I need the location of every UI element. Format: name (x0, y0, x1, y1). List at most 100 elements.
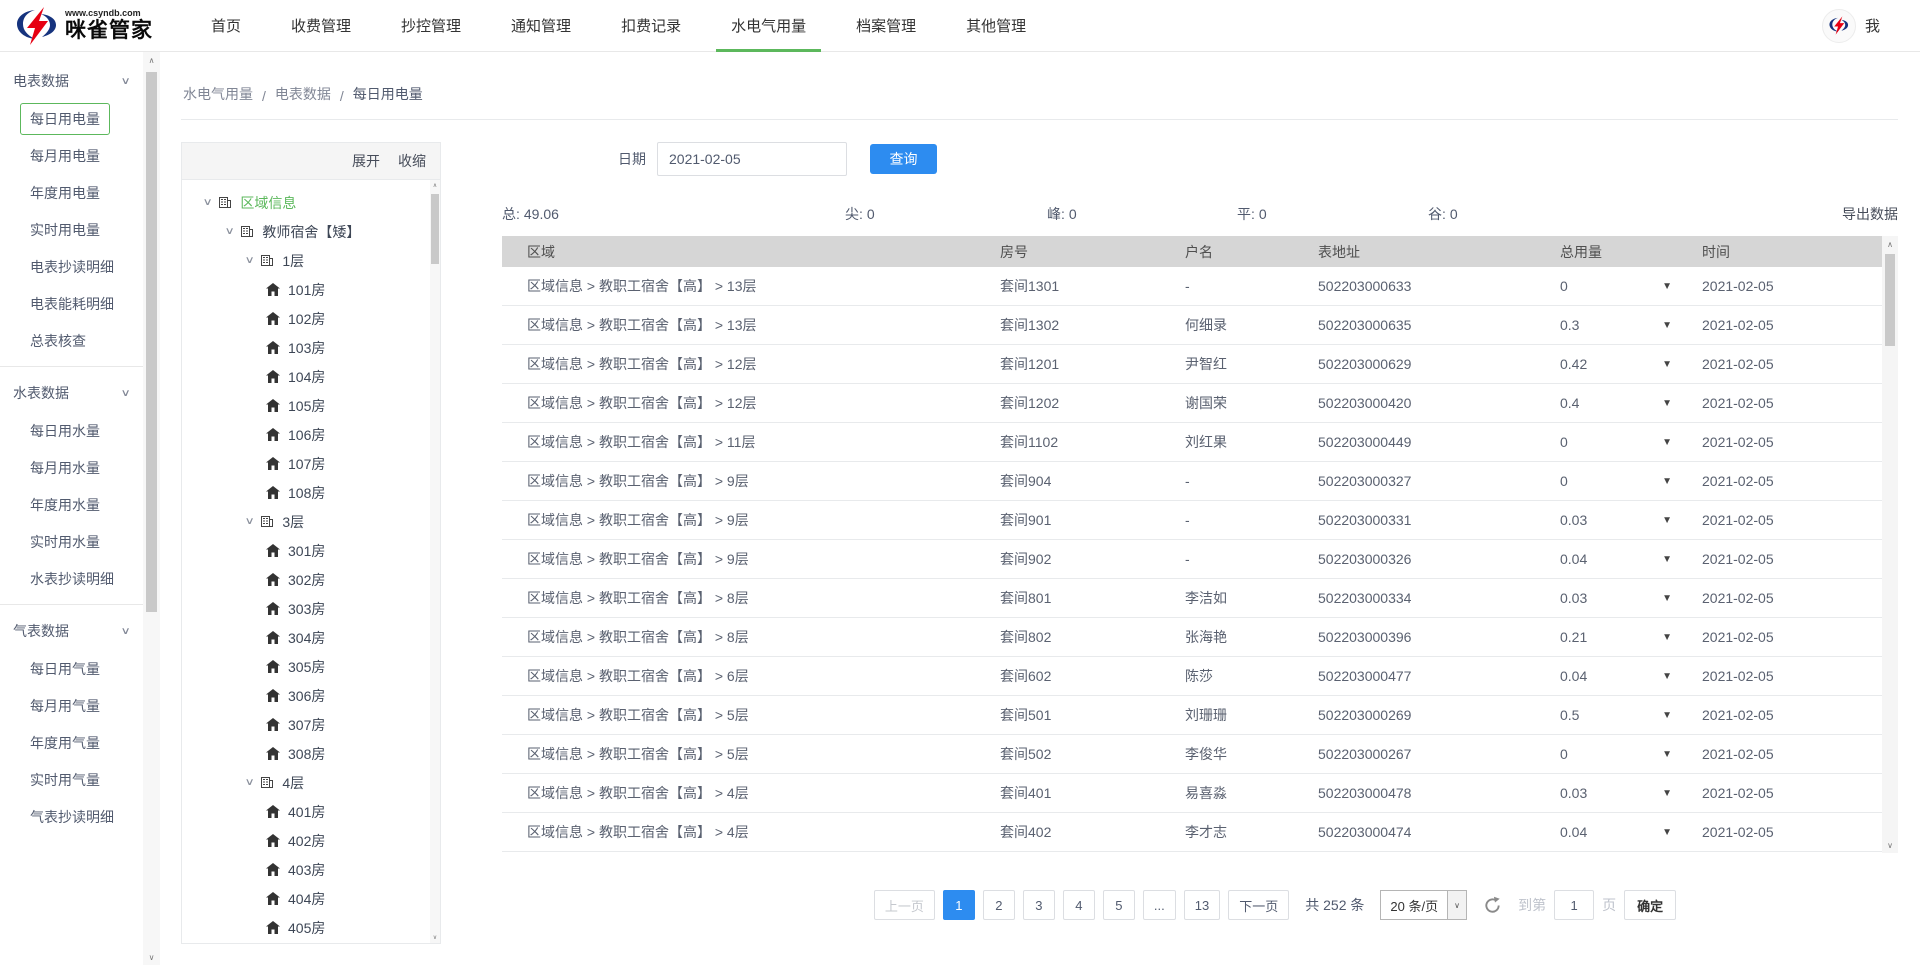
row-expand-arrow-icon[interactable]: ▼ (1662, 749, 1672, 760)
nav-item-home[interactable]: 首页 (186, 0, 266, 52)
confirm-button[interactable]: 确定 (1624, 890, 1676, 920)
row-expand-arrow-icon[interactable]: ▼ (1662, 281, 1672, 292)
table-row[interactable]: 区域信息 > 教职工宿舍【高】 > 9层 套间904 - 50220300032… (502, 462, 1882, 501)
table-row[interactable]: 区域信息 > 教职工宿舍【高】 > 6层 套间602 陈莎 5022030004… (502, 657, 1882, 696)
tree-node-room[interactable]: 306房 (182, 681, 440, 710)
page-button-4[interactable]: 4 (1063, 890, 1095, 920)
table-row[interactable]: 区域信息 > 教职工宿舍【高】 > 5层 套间501 刘珊珊 502203000… (502, 696, 1882, 735)
scroll-down-arrow-icon[interactable]: ∨ (430, 932, 440, 943)
sidebar-item-master-meter-check[interactable]: 总表核查 (0, 322, 143, 359)
page-button-5[interactable]: 5 (1103, 890, 1135, 920)
next-page-button[interactable]: 下一页 (1228, 890, 1289, 920)
chevron-down-icon[interactable]: ∨ (245, 516, 255, 527)
tree-collapse-all-button[interactable]: 收缩 (398, 151, 426, 171)
export-data-button[interactable]: 导出数据 (1842, 204, 1898, 224)
breadcrumb-electric-data[interactable]: 电表数据 (275, 84, 331, 104)
table-row[interactable]: 区域信息 > 教职工宿舍【高】 > 9层 套间902 - 50220300032… (502, 540, 1882, 579)
page-button-1[interactable]: 1 (943, 890, 975, 920)
nav-item-meter-control[interactable]: 抄控管理 (376, 0, 486, 52)
row-expand-arrow-icon[interactable]: ▼ (1662, 710, 1672, 721)
sidebar-section-electric[interactable]: 电表数据 ∨ (0, 62, 143, 100)
tree-node-room[interactable]: 303房 (182, 594, 440, 623)
row-expand-arrow-icon[interactable]: ▼ (1662, 398, 1672, 409)
tree-node-room[interactable]: 103房 (182, 333, 440, 362)
tree-node-room[interactable]: 307房 (182, 710, 440, 739)
tree-node-room[interactable]: 102房 (182, 304, 440, 333)
scroll-down-arrow-icon[interactable]: ∨ (143, 949, 160, 965)
chevron-down-icon[interactable]: ∨ (225, 226, 235, 237)
sidebar-item-daily-electric[interactable]: 每日用电量 (0, 100, 143, 137)
sidebar-item-gas-reading-detail[interactable]: 气表抄读明细 (0, 798, 143, 835)
nav-item-deduction[interactable]: 扣费记录 (596, 0, 706, 52)
user-menu[interactable]: 我 (1865, 15, 1880, 36)
table-row[interactable]: 区域信息 > 教职工宿舍【高】 > 8层 套间801 李洁如 502203000… (502, 579, 1882, 618)
table-scrollbar[interactable]: ∧ ∨ (1882, 236, 1898, 853)
tree-node-room[interactable]: 405房 (182, 913, 440, 942)
tree-node-building[interactable]: ∨ 教师宿舍【矮】 (182, 217, 440, 246)
table-row[interactable]: 区域信息 > 教职工宿舍【高】 > 9层 套间901 - 50220300033… (502, 501, 1882, 540)
sidebar-item-realtime-electric[interactable]: 实时用电量 (0, 211, 143, 248)
tree-scrollbar[interactable]: ∧ ∨ (430, 180, 440, 943)
brand-logo[interactable]: www.csyndb.com 咪雀管家 (14, 7, 170, 45)
breadcrumb-utility-usage[interactable]: 水电气用量 (183, 84, 253, 104)
scroll-up-arrow-icon[interactable]: ∧ (143, 52, 160, 68)
refresh-button[interactable] (1483, 896, 1502, 915)
tree-node-floor-3[interactable]: ∨ 3层 (182, 507, 440, 536)
table-row[interactable]: 区域信息 > 教职工宿舍【高】 > 12层 套间1201 尹智红 5022030… (502, 345, 1882, 384)
tree-node-room[interactable]: 101房 (182, 275, 440, 304)
scrollbar-thumb[interactable] (146, 72, 157, 612)
sidebar-item-yearly-water[interactable]: 年度用水量 (0, 486, 143, 523)
row-expand-arrow-icon[interactable]: ▼ (1662, 593, 1672, 604)
tree-node-floor-4[interactable]: ∨ 4层 (182, 768, 440, 797)
row-expand-arrow-icon[interactable]: ▼ (1662, 515, 1672, 526)
tree-node-room[interactable]: 105房 (182, 391, 440, 420)
tree-node-room[interactable]: 403房 (182, 855, 440, 884)
scroll-up-arrow-icon[interactable]: ∧ (1882, 236, 1898, 252)
tree-node-room[interactable]: 302房 (182, 565, 440, 594)
tree-node-room[interactable]: 104房 (182, 362, 440, 391)
row-expand-arrow-icon[interactable]: ▼ (1662, 788, 1672, 799)
chevron-down-icon[interactable]: ∨ (245, 777, 255, 788)
search-button[interactable]: 查询 (870, 144, 937, 174)
table-row[interactable]: 区域信息 > 教职工宿舍【高】 > 11层 套间1102 刘红果 5022030… (502, 423, 1882, 462)
row-expand-arrow-icon[interactable]: ▼ (1662, 632, 1672, 643)
tree-node-room[interactable]: 308房 (182, 739, 440, 768)
chevron-down-icon[interactable]: ∨ (245, 255, 255, 266)
table-row[interactable]: 区域信息 > 教职工宿舍【高】 > 13层 套间1302 何细录 5022030… (502, 306, 1882, 345)
sidebar-item-daily-gas[interactable]: 每日用气量 (0, 650, 143, 687)
sidebar-scrollbar[interactable]: ∧ ∨ (143, 52, 160, 965)
table-row[interactable]: 区域信息 > 教职工宿舍【高】 > 13层 套间1301 - 502203000… (502, 267, 1882, 306)
row-expand-arrow-icon[interactable]: ▼ (1662, 554, 1672, 565)
page-button-2[interactable]: 2 (983, 890, 1015, 920)
row-expand-arrow-icon[interactable]: ▼ (1662, 671, 1672, 682)
sidebar-item-monthly-electric[interactable]: 每月用电量 (0, 137, 143, 174)
sidebar-section-water[interactable]: 水表数据 ∨ (0, 374, 143, 412)
goto-page-input[interactable] (1554, 890, 1594, 920)
tree-node-room[interactable]: 106房 (182, 420, 440, 449)
nav-item-billing[interactable]: 收费管理 (266, 0, 376, 52)
page-button-3[interactable]: 3 (1023, 890, 1055, 920)
user-avatar[interactable] (1822, 9, 1856, 43)
row-expand-arrow-icon[interactable]: ▼ (1662, 476, 1672, 487)
nav-item-other[interactable]: 其他管理 (941, 0, 1051, 52)
scroll-up-arrow-icon[interactable]: ∧ (430, 180, 440, 191)
nav-item-utility-usage[interactable]: 水电气用量 (706, 0, 831, 52)
sidebar-item-monthly-gas[interactable]: 每月用气量 (0, 687, 143, 724)
row-expand-arrow-icon[interactable]: ▼ (1662, 437, 1672, 448)
scrollbar-thumb[interactable] (1885, 254, 1895, 346)
tree-node-room[interactable]: 404房 (182, 884, 440, 913)
table-row[interactable]: 区域信息 > 教职工宿舍【高】 > 12层 套间1202 谢国荣 5022030… (502, 384, 1882, 423)
row-expand-arrow-icon[interactable]: ▼ (1662, 320, 1672, 331)
tree-expand-all-button[interactable]: 展开 (352, 151, 380, 171)
tree-node-room[interactable]: 402房 (182, 826, 440, 855)
nav-item-notice[interactable]: 通知管理 (486, 0, 596, 52)
chevron-down-icon[interactable]: ∨ (203, 197, 213, 208)
sidebar-section-gas[interactable]: 气表数据 ∨ (0, 612, 143, 650)
sidebar-item-realtime-water[interactable]: 实时用水量 (0, 523, 143, 560)
nav-item-archives[interactable]: 档案管理 (831, 0, 941, 52)
sidebar-item-electric-energy-detail[interactable]: 电表能耗明细 (0, 285, 143, 322)
page-ellipsis-button[interactable]: ... (1143, 890, 1176, 920)
tree-node-room[interactable]: 401房 (182, 797, 440, 826)
page-size-select[interactable]: 20 条/页 ∨ (1380, 890, 1467, 920)
table-row[interactable]: 区域信息 > 教职工宿舍【高】 > 8层 套间802 张海艳 502203000… (502, 618, 1882, 657)
